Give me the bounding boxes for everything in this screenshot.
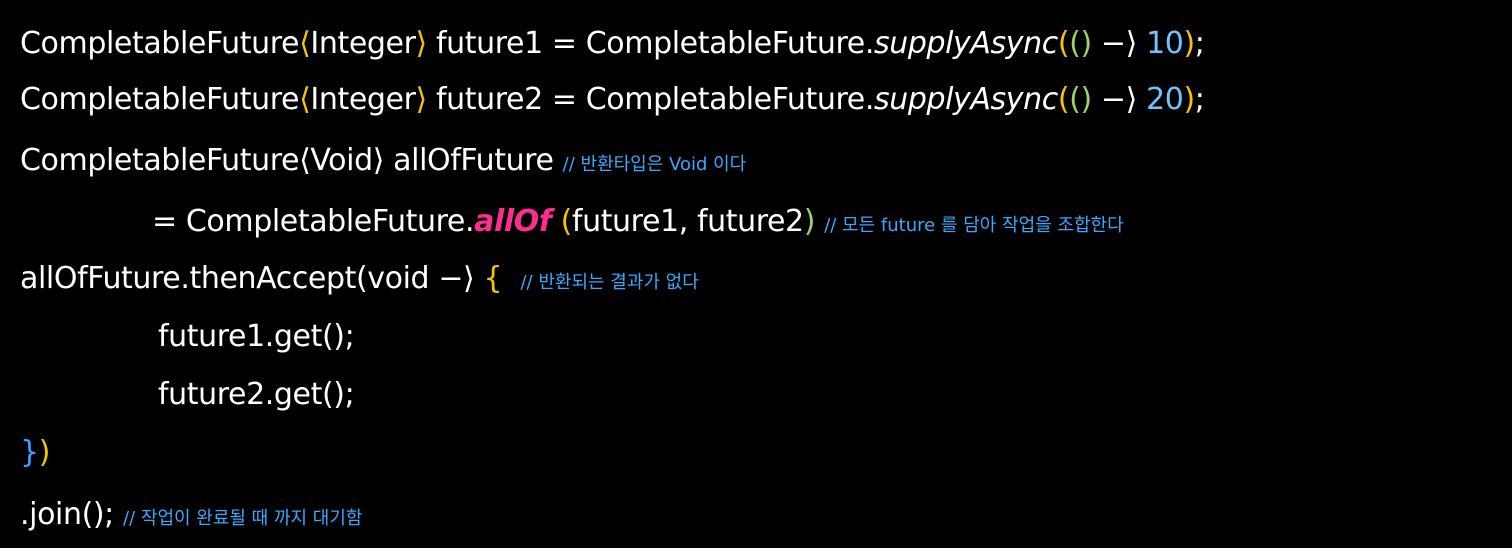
code-text: future2.get(); — [158, 377, 355, 412]
method-arguments: future1, future2 — [571, 204, 804, 239]
type-argument: Integer — [310, 26, 416, 61]
code-comment: // 작업이 완료될 때 까지 대기함 — [123, 508, 363, 529]
code-line-3: CompletableFuture⟨Void⟩ allOfFuture // 반… — [20, 132, 746, 190]
generic-close: ⟩ — [415, 26, 428, 61]
type-name: CompletableFuture — [20, 82, 300, 117]
method-name: allOf — [474, 204, 552, 239]
code-line-1: CompletableFuture⟨Integer⟩ future1 = Com… — [20, 15, 1205, 73]
paren-open: ( — [1057, 26, 1070, 61]
lambda-params: () — [1069, 26, 1092, 61]
code-text: CompletableFuture⟨Void⟩ allOfFuture — [20, 143, 563, 178]
code-comment: // 반환되는 결과가 없다 — [520, 272, 699, 293]
paren-close: ) — [1183, 26, 1195, 61]
semicolon: ; — [1194, 26, 1205, 61]
paren-open: ( — [560, 204, 573, 239]
code-text: allOfFuture.thenAccept(void −⟩ — [20, 261, 484, 296]
method-name: supplyAsync — [873, 26, 1058, 61]
code-comment: // 모든 future 를 담아 작업을 조합한다 — [824, 215, 1124, 236]
type-argument: Integer — [310, 82, 416, 117]
code-line-5: allOfFuture.thenAccept(void −⟩ { // 반환되는… — [20, 250, 699, 308]
declaration: future1 = CompletableFuture. — [426, 26, 874, 61]
code-comment: // 반환타입은 Void 이다 — [562, 154, 747, 175]
paren-close: ) — [38, 435, 51, 470]
generic-close: ⟩ — [415, 82, 428, 117]
brace-open: { — [483, 261, 503, 296]
code-text: = CompletableFuture. — [152, 204, 475, 239]
code-text: future1.get(); — [158, 319, 355, 354]
generic-open: ⟨ — [299, 26, 311, 61]
code-line-9: .join(); // 작업이 완료될 때 까지 대기함 — [20, 486, 363, 544]
brace-close: } — [20, 435, 39, 470]
code-line-2: CompletableFuture⟨Integer⟩ future2 = Com… — [20, 71, 1205, 129]
code-line-8: }) — [20, 424, 50, 482]
code-line-6: future1.get(); — [158, 308, 355, 366]
number-literal: 20 — [1146, 82, 1184, 117]
code-text: .join(); — [20, 497, 114, 532]
number-literal: 10 — [1146, 26, 1184, 61]
lambda-arrow: −⟩ — [1091, 26, 1147, 61]
method-name: supplyAsync — [873, 82, 1058, 117]
lambda-arrow: −⟩ — [1091, 82, 1147, 117]
semicolon: ; — [1194, 82, 1205, 117]
code-line-4: = CompletableFuture.allOf (future1, futu… — [152, 193, 1124, 251]
paren-close: ) — [803, 204, 816, 239]
generic-open: ⟨ — [299, 82, 311, 117]
lambda-params: () — [1069, 82, 1092, 117]
declaration: future2 = CompletableFuture. — [426, 82, 874, 117]
type-name: CompletableFuture — [20, 26, 300, 61]
paren-close: ) — [1183, 82, 1195, 117]
paren-open: ( — [1057, 82, 1070, 117]
code-line-7: future2.get(); — [158, 366, 355, 424]
code-editor: CompletableFuture⟨Integer⟩ future1 = Com… — [0, 0, 1512, 546]
